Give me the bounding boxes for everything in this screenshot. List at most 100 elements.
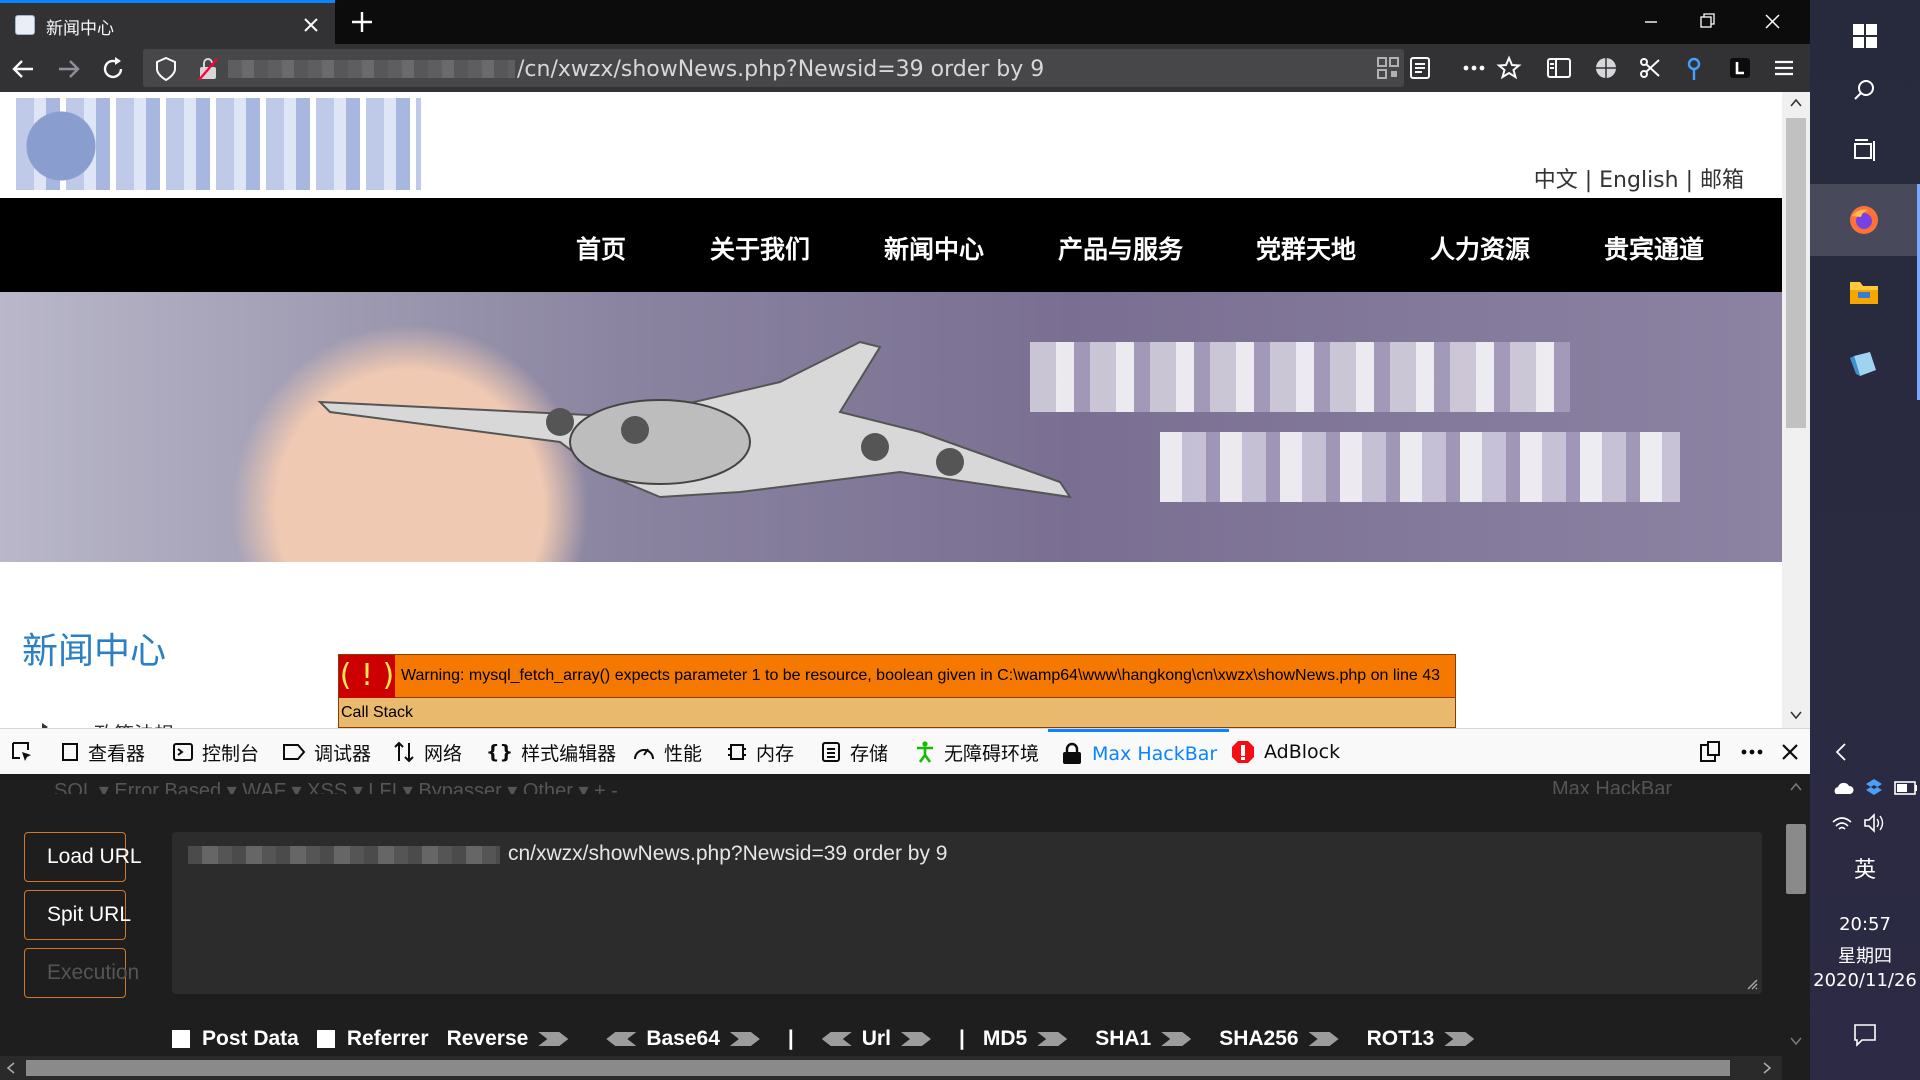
tab-memory[interactable]: 内存 xyxy=(726,729,794,775)
tab-max-hackbar[interactable]: Max HackBar xyxy=(1048,729,1230,775)
decode-arrow-icon[interactable] xyxy=(821,1032,852,1046)
nav-vip[interactable]: 贵宾通道 xyxy=(1604,230,1704,266)
dropbox-icon[interactable] xyxy=(1862,776,1886,800)
tab-network[interactable]: 网络 xyxy=(392,729,462,775)
md5-button[interactable]: MD5 xyxy=(983,1027,1077,1051)
reload-icon[interactable] xyxy=(96,52,130,86)
nav-about[interactable]: 关于我们 xyxy=(710,230,810,266)
back-icon[interactable] xyxy=(6,52,40,86)
minimize-icon[interactable] xyxy=(1623,0,1679,44)
scissors-icon[interactable] xyxy=(1638,56,1662,80)
execution-button[interactable]: Execution xyxy=(24,948,139,998)
onedrive-cloud-icon[interactable] xyxy=(1830,780,1854,796)
taskbar-firefox[interactable] xyxy=(1810,184,1920,256)
nav-hr[interactable]: 人力资源 xyxy=(1430,230,1530,266)
sha1-button[interactable]: SHA1 xyxy=(1095,1027,1201,1051)
tab-accessibility[interactable]: 无障碍环境 xyxy=(914,729,1039,775)
scroll-down-icon[interactable] xyxy=(1790,710,1802,720)
scroll-right-icon[interactable] xyxy=(1762,1062,1772,1074)
forward-icon[interactable] xyxy=(52,52,86,86)
scroll-left-icon[interactable] xyxy=(6,1062,16,1074)
rot13-button[interactable]: ROT13 xyxy=(1367,1027,1485,1051)
extension-globe-icon[interactable] xyxy=(1594,56,1618,80)
task-view-button[interactable] xyxy=(1810,114,1920,186)
hackbar-scrollbar[interactable] xyxy=(1782,774,1810,1080)
browser-tab[interactable]: 新闻中心 xyxy=(0,0,335,44)
resize-grip-icon[interactable] xyxy=(1746,978,1758,990)
scroll-down-icon[interactable] xyxy=(1790,1036,1802,1046)
storage-icon xyxy=(822,742,840,762)
tab-style-editor[interactable]: {} 样式编辑器 xyxy=(486,729,616,775)
dock-mode-icon[interactable] xyxy=(1698,740,1722,764)
post-data-option[interactable]: Post Data xyxy=(172,1027,299,1051)
base64-button[interactable]: Base64 xyxy=(596,1027,770,1051)
key-pin-icon[interactable] xyxy=(1684,56,1704,82)
page-scrollbar[interactable] xyxy=(1782,92,1810,728)
sha256-button[interactable]: SHA256 xyxy=(1219,1027,1348,1051)
style-editor-icon: {} xyxy=(486,741,514,763)
shield-icon[interactable] xyxy=(154,56,178,82)
hackbar-menu[interactable]: SQL ▾ Error Based ▾ WAF ▾ XSS ▾ LFI ▾ By… xyxy=(54,778,618,794)
devtools-close-icon[interactable] xyxy=(1778,740,1802,764)
close-tab-icon[interactable] xyxy=(298,12,324,38)
clock-date[interactable]: 2020/11/26 xyxy=(1810,970,1920,991)
show-hidden-icons-icon[interactable] xyxy=(1834,742,1848,762)
tab-storage[interactable]: 存储 xyxy=(820,729,888,775)
encode-arrow-icon[interactable] xyxy=(729,1032,760,1046)
referrer-option[interactable]: Referrer xyxy=(316,1027,429,1051)
url-text[interactable]: /cn/xwzx/showNews.php?Newsid=39 order by… xyxy=(517,57,1044,82)
scroll-up-icon[interactable] xyxy=(1790,782,1802,792)
bookmark-star-icon[interactable] xyxy=(1496,55,1522,81)
volume-icon[interactable] xyxy=(1862,812,1886,834)
clock-day[interactable]: 星期四 xyxy=(1810,942,1920,968)
element-picker-icon[interactable] xyxy=(10,740,34,764)
post-data-checkbox[interactable] xyxy=(172,1030,190,1048)
clock-time[interactable]: 20:57 xyxy=(1810,914,1920,935)
restore-icon[interactable] xyxy=(1679,0,1735,44)
sidebar-item-policy[interactable]: 政策法规 xyxy=(94,718,174,728)
referrer-checkbox[interactable] xyxy=(316,1030,335,1048)
scrollbar-thumb[interactable] xyxy=(26,1060,1730,1076)
wifi-icon[interactable] xyxy=(1830,814,1854,834)
hackbar-horizontal-scrollbar[interactable] xyxy=(0,1056,1782,1080)
ime-indicator[interactable]: 英 xyxy=(1810,852,1920,884)
search-icon xyxy=(1854,80,1874,100)
hackbar-url-textarea[interactable]: cn/xwzx/showNews.php?Newsid=39 order by … xyxy=(172,832,1762,994)
devtools-menu-icon[interactable] xyxy=(1738,740,1766,764)
close-window-icon[interactable] xyxy=(1735,0,1810,44)
hackbar-url-text: cn/xwzx/showNews.php?Newsid=39 order by … xyxy=(508,842,948,865)
qr-code-icon[interactable] xyxy=(1376,56,1400,80)
encode-arrow-icon[interactable] xyxy=(900,1032,931,1046)
nav-products[interactable]: 产品与服务 xyxy=(1058,230,1183,266)
hamburger-menu-icon[interactable] xyxy=(1772,56,1796,80)
new-tab-icon[interactable] xyxy=(346,6,378,38)
extension-l-icon[interactable] xyxy=(1728,56,1752,80)
load-url-button[interactable]: Load URL xyxy=(24,832,142,882)
scrollbar-thumb[interactable] xyxy=(1786,824,1806,894)
tab-performance[interactable]: 性能 xyxy=(632,729,702,775)
split-url-button[interactable]: Spit URL xyxy=(24,890,131,940)
action-center-icon[interactable] xyxy=(1852,1022,1878,1048)
scrollbar-thumb[interactable] xyxy=(1786,118,1806,428)
reverse-button[interactable]: Reverse xyxy=(447,1027,579,1051)
nav-party[interactable]: 党群天地 xyxy=(1256,230,1356,266)
taskbar-app[interactable] xyxy=(1810,328,1920,400)
nav-news[interactable]: 新闻中心 xyxy=(884,230,984,266)
battery-icon[interactable] xyxy=(1894,780,1918,796)
url-button[interactable]: Url xyxy=(812,1027,941,1051)
language-links[interactable]: 中文 | English | 邮箱 xyxy=(1534,162,1744,194)
tab-adblock[interactable]: AdBlock xyxy=(1230,729,1340,775)
tab-inspector[interactable]: 查看器 xyxy=(60,729,145,775)
taskbar-file-explorer[interactable] xyxy=(1810,256,1920,328)
sidebar-toggle-icon[interactable] xyxy=(1546,56,1572,80)
insecure-lock-icon[interactable] xyxy=(196,56,220,82)
tab-debugger[interactable]: 调试器 xyxy=(282,729,371,775)
site-logo[interactable] xyxy=(16,98,421,190)
nav-home[interactable]: 首页 xyxy=(576,230,626,266)
decode-arrow-icon[interactable] xyxy=(606,1032,637,1046)
devtools-toolbar: 查看器 控制台 调试器 网络 {} 样式编辑器 性能 内存 存储 无障碍环境 M… xyxy=(0,728,1810,774)
reader-view-icon[interactable] xyxy=(1408,56,1432,80)
tab-console[interactable]: 控制台 xyxy=(172,729,259,775)
page-actions-icon[interactable] xyxy=(1460,56,1488,80)
scroll-up-icon[interactable] xyxy=(1790,98,1802,108)
